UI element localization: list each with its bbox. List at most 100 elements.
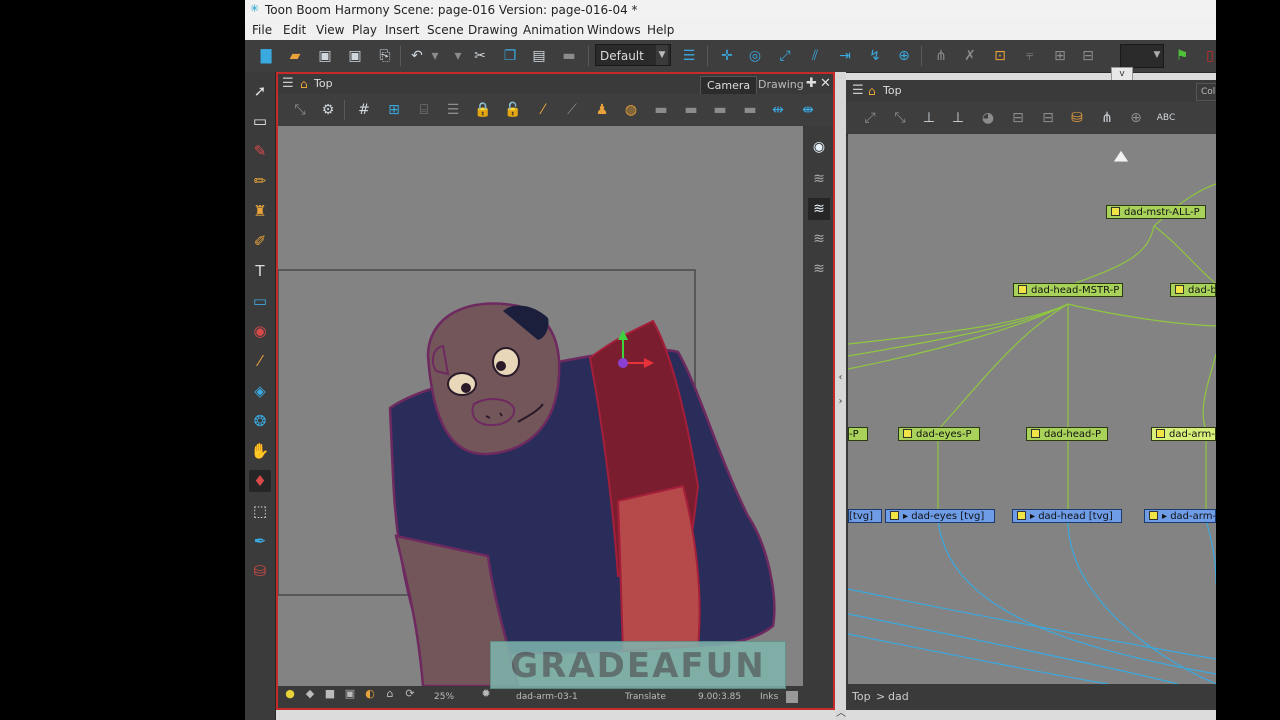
node-dad-head-tvg[interactable]: ▸ dad-head [tvg] [1012,509,1122,523]
cut-icon[interactable]: ✂ [470,46,490,66]
save-as-icon[interactable]: ▣ [345,46,365,66]
reset-view-icon[interactable]: ⟳ [402,686,418,702]
node-tool-icon[interactable]: ⋔ [1097,108,1117,128]
node-dad-head-mstr-p[interactable]: dad-head-MSTR-P [1013,283,1123,297]
ruler-icon[interactable]: ⟋ [562,100,582,120]
bulb-icon[interactable]: ◍ [621,100,641,120]
transform-tool-icon[interactable]: ♦ [249,470,271,492]
delete-icon[interactable]: ▬ [559,46,579,66]
menu-play[interactable]: Play [352,20,377,40]
text-tool-icon[interactable]: T [249,260,271,282]
chevron-up-icon[interactable]: ︿ [836,704,846,719]
paste-icon[interactable]: ▤ [529,46,549,66]
color-combo[interactable]: ▼ [1120,44,1164,68]
node-canvas[interactable]: dad-mstr-ALL-P dad-head-MSTR-P dad-b -P … [848,134,1216,684]
menu-help[interactable]: Help [647,20,674,40]
undo-icon[interactable]: ↶ [407,46,427,66]
select-tool-icon[interactable]: ➚ [249,80,271,102]
menu-icon[interactable]: ☰ [282,74,294,94]
spline-offset-icon[interactable]: ↯ [865,46,885,66]
ik-icon[interactable]: ⋔ [931,46,951,66]
menu-view[interactable]: View [316,20,344,40]
hand-tool-icon[interactable]: ✋ [249,440,271,462]
tab-camera[interactable]: Camera [700,76,758,95]
settings-gear-icon[interactable]: ⚙ [318,100,338,120]
open-folder-icon[interactable]: ▰ [285,46,305,66]
node-partial-peg[interactable]: -P [848,427,868,441]
menu-edit[interactable]: Edit [283,20,306,40]
paint-tool-icon[interactable]: ◉ [249,320,271,342]
camera-mask-icon[interactable]: ▣ [342,686,358,702]
transform-tool-icon[interactable]: ✛ [717,46,737,66]
ungroup-icon[interactable]: ⊟ [1078,46,1098,66]
tab-colour[interactable]: Col [1196,83,1216,101]
save-icon[interactable]: ▣ [315,46,335,66]
menu-animation[interactable]: Animation [523,20,584,40]
menu-windows[interactable]: Windows [587,20,641,40]
pan-icon[interactable]: ⤡ [290,100,310,120]
menu-insert[interactable]: Insert [385,20,419,40]
brush-tool-icon[interactable]: ✎ [249,140,271,162]
lock-all-icon[interactable]: 🔓 [503,100,523,120]
bulb-icon[interactable]: ● [282,686,298,702]
node-tool-icon[interactable]: ⊥ [919,108,939,128]
render-icon[interactable]: ▬ [740,100,760,120]
preview-icon[interactable]: ▬ [710,100,730,120]
color-swatch[interactable] [786,691,798,703]
safe-area-icon[interactable]: ⊞ [384,100,404,120]
path-root[interactable]: Top [852,684,871,710]
motion-path-icon[interactable]: ⊕ [894,46,914,66]
node-dad-arm-tvg-partial[interactable]: ▸ dad-arm- [1144,509,1216,523]
node-tool-icon[interactable]: ⤡ [890,108,910,128]
contour-editor-icon[interactable]: ◈ [249,380,271,402]
home-icon[interactable]: ⌂ [868,80,876,102]
maintain-size-icon[interactable]: ⇥ [835,46,855,66]
node-dad-arm-partial[interactable]: dad-arm-0 [1151,427,1216,441]
bone-icon[interactable]: ✗ [960,46,980,66]
group-icon[interactable]: ⊞ [1050,46,1070,66]
cutter-tool-icon[interactable]: ⬚ [249,500,271,522]
frame-icon[interactable]: ■ [322,686,338,702]
zoom-level[interactable]: 25% [434,686,454,708]
node-tool-icon[interactable]: ⛁ [1067,108,1087,128]
flag-icon[interactable]: ⚑ [1172,46,1192,66]
scale-tool-icon[interactable]: ⤢ [775,46,795,66]
magic-wand-icon[interactable]: ⁄ [533,100,553,120]
dropper-tool-icon[interactable]: ⁄ [249,350,271,372]
layer-stack-bottom-icon[interactable]: ≋ [808,258,830,280]
menu-scene[interactable]: Scene [427,20,464,40]
node-tool-icon[interactable]: ⤢ [860,108,880,128]
node-dad-mstr-all-p[interactable]: dad-mstr-ALL-P [1106,205,1206,219]
rectangle-select-icon[interactable]: ▭ [249,110,271,132]
node-partial-element[interactable]: [tvg] [848,509,882,523]
stack-icon[interactable]: ▬ [681,100,701,120]
shading-icon[interactable]: ◐ [362,686,378,702]
import-icon[interactable]: ⎘ [375,46,395,66]
select-region-icon[interactable]: ⊡ [990,46,1010,66]
shape-tool-icon[interactable]: ▭ [249,290,271,312]
menu-file[interactable]: File [252,20,272,40]
menu-drawing[interactable]: Drawing [468,20,518,40]
workspace-icon[interactable]: ☰ [679,46,699,66]
node-tool-icon[interactable]: ◕ [978,108,998,128]
menu-icon[interactable]: ☰ [852,80,864,102]
stamp-tool-icon[interactable]: ♜ [249,200,271,222]
camera-canvas[interactable] [278,126,803,686]
node-dad-head-p[interactable]: dad-head-P [1026,427,1108,441]
redo-icon[interactable]: ▾ [448,46,468,66]
node-dad-b-partial[interactable]: dad-b [1170,283,1216,297]
tab-drawing[interactable]: Drawing [752,76,810,94]
node-tool-icon[interactable]: ⊟ [1008,108,1028,128]
pencil-tool-icon[interactable]: ✏ [249,170,271,192]
rotate-tool-icon[interactable]: ◎ [745,46,765,66]
lock-icon[interactable]: 🔒 [473,100,493,120]
view-splitter[interactable]: ‹ › ︿ [835,72,846,720]
onion-skin-icon[interactable]: ☰ [443,100,463,120]
skew-tool-icon[interactable]: ⫽ [805,46,825,66]
align-icon[interactable]: ⫧ [1020,46,1040,66]
morph-tool-icon[interactable]: ❂ [249,410,271,432]
flip-vertical-icon[interactable]: ⇼ [798,100,818,120]
shade-icon[interactable]: ▬ [651,100,671,120]
node-tool-icon[interactable]: ABC [1156,108,1176,128]
layer-stack-active-icon[interactable]: ≋ [808,198,830,220]
